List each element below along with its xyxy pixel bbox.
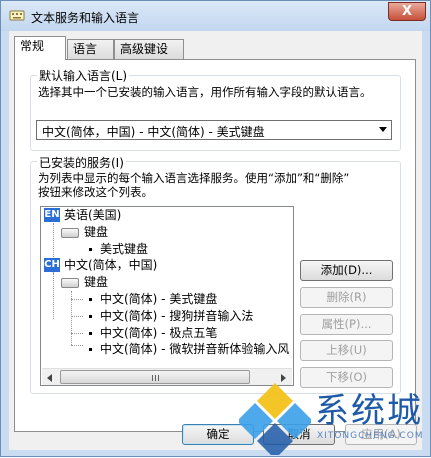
watermark-url: XITONGCHENG.COM <box>317 431 424 441</box>
installed-services-description-2: 按钮来修改这个列表。 <box>38 185 153 199</box>
keyboard-app-icon <box>9 10 25 21</box>
tree-keyboard-label: 中文(简体) - 搜狗拼音输入法 <box>100 309 254 323</box>
tree-keyboard-label: 中文(简体) - 极点五笔 <box>100 326 218 340</box>
scrollbar-thumb[interactable] <box>60 370 250 384</box>
default-language-value: 中文(简体，中国) - 中文(简体) - 美式键盘 <box>42 125 265 139</box>
installed-services-label: 已安装的服务(I) <box>37 154 126 171</box>
tree-language-name: 英语(美国) <box>64 208 122 222</box>
tree-connector <box>53 273 54 285</box>
default-language-label: 默认输入语言(L) <box>37 67 130 84</box>
close-icon: X <box>401 4 413 19</box>
installed-services-description: 为列表中显示的每个输入语言选择服务。使用“添加”和“删除” <box>38 171 350 185</box>
bullet-icon <box>89 315 92 318</box>
move-up-button[interactable]: 上移(U) <box>300 340 393 361</box>
grip-icon <box>155 375 156 381</box>
grip-icon <box>158 375 159 381</box>
tree-connector <box>71 299 83 300</box>
tree-connector <box>71 345 83 346</box>
bullet-icon <box>89 348 92 351</box>
tree-connector <box>71 316 83 317</box>
tree-language-name: 中文(简体，中国) <box>64 258 158 272</box>
scroll-left-icon[interactable] <box>47 374 52 382</box>
title-bar[interactable]: 文本服务和输入语言 X <box>1 1 430 31</box>
grip-icon <box>152 375 153 381</box>
default-language-description: 选择其中一个已安装的输入语言，用作所有输入字段的默认语言。 <box>38 85 372 99</box>
tab-language-bar[interactable]: 语言栏 <box>67 39 114 75</box>
en-language-badge: EN <box>44 208 60 222</box>
watermark-text: 系统城 <box>315 391 423 431</box>
tree-category-label: 键盘 <box>84 275 109 289</box>
properties-button[interactable]: 属性(P)... <box>300 314 393 335</box>
add-button[interactable]: 添加(D)... <box>300 260 393 281</box>
chevron-down-icon <box>379 127 387 132</box>
tab-advanced-key-settings[interactable]: 高级键设置 <box>114 39 184 75</box>
tab-general[interactable]: 常规 <box>14 36 66 60</box>
tree-category-label: 键盘 <box>84 225 109 239</box>
tree-connector <box>71 333 83 334</box>
keyboard-icon <box>61 228 79 238</box>
tree-keyboard-label: 中文(简体) - 美式键盘 <box>100 292 218 306</box>
close-button[interactable]: X <box>388 2 426 21</box>
bullet-icon <box>89 332 92 335</box>
window-title: 文本服务和输入语言 <box>31 11 140 25</box>
keyboard-icon <box>61 278 79 288</box>
tree-keyboard-label: 中文(简体) - 微软拼音新体验输入风 <box>100 342 290 356</box>
remove-button[interactable]: 删除(R) <box>300 287 393 308</box>
tree-keyboard-label: 美式键盘 <box>100 242 149 256</box>
bullet-icon <box>89 248 92 251</box>
ch-language-badge: CH <box>44 258 60 272</box>
watermark: 系统城 XITONGCHENG.COM <box>239 379 431 458</box>
services-tree[interactable]: EN 英语(美国) 键盘 美式键盘 CH 中文(简体，中国) 键盘 中文(简体)… <box>40 206 294 386</box>
watermark-logo-icon <box>239 383 311 455</box>
default-language-select[interactable]: 中文(简体，中国) - 中文(简体) - 美式键盘 <box>36 120 392 140</box>
dialog-window: 文本服务和输入语言 X 常规 语言栏 高级键设置 默认输入语言(L) 选择其中一… <box>0 0 431 457</box>
bullet-icon <box>89 298 92 301</box>
